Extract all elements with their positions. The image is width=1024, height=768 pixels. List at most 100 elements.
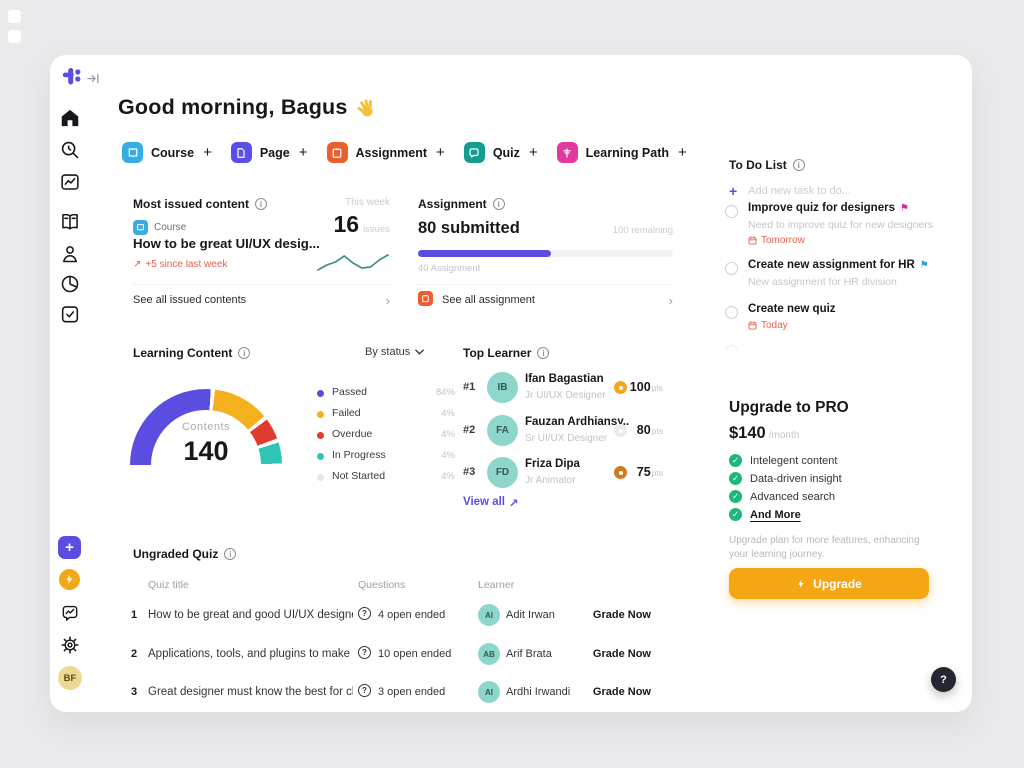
due-date: Tomorrow [748,235,805,246]
status-filter-dropdown[interactable]: By status [365,346,424,358]
info-icon: i [793,159,805,171]
legend-dot [317,432,324,439]
upgrade-price: $140 /month [729,424,799,443]
legend-item: In Progress 4% [315,448,455,469]
trend-up-icon: ↗ [133,259,141,270]
collapse-sidebar-icon[interactable] [86,71,101,86]
grade-now-button[interactable]: Grade Now [593,648,651,660]
upgrade-button[interactable]: Upgrade [729,568,929,599]
points: 80pts [637,423,663,437]
due-date: Today [748,320,788,331]
issues-count: 16 issues [333,211,390,238]
table-row: 1 How to be great and good UI/UX designe… [131,603,651,629]
legend-dot [317,390,324,397]
create-assignment-button[interactable]: Assignment + [327,142,445,163]
check-icon: ✓ [729,490,742,503]
plus-icon: + [529,144,538,161]
legend-dot [317,411,324,418]
assignment-card: Assignmenti 80 submitted 100 remaining 4… [418,195,673,311]
nav-tasks-icon[interactable] [59,303,81,325]
legend-item: Passed 84% [315,385,455,406]
grade-now-button[interactable]: Grade Now [593,609,651,621]
create-page-label: Page [260,146,290,160]
help-button[interactable]: ? [931,667,956,692]
avatar: FA [487,415,518,446]
learning-path-icon [557,142,578,163]
info-icon: i [255,198,267,210]
legend-item: Overdue 4% [315,427,455,448]
info-icon: i [537,347,549,359]
gauge-center-value: 140 [130,436,282,467]
top-learner-title: Top Learner [463,346,531,360]
upgrade-description: Upgrade plan for more features, enhancin… [729,534,941,561]
legend-item: Not Started 4% [315,469,455,490]
create-course-button[interactable]: Course + [122,142,212,163]
nav-search-icon[interactable] [59,139,81,161]
question-icon: ? [358,646,371,659]
content-type-badge: Course [154,222,186,233]
task-checkbox[interactable] [725,262,738,275]
nav-library-icon[interactable] [59,211,81,233]
top-learner-row: #2 FA Fauzan Ardhiansy... Sr UI/UX Desig… [463,414,663,450]
todo-title: To Do List [729,158,787,172]
create-course-label: Course [151,146,194,160]
nav-people-icon[interactable] [59,243,81,265]
todo-item-partial [725,345,738,351]
gold-medal-icon [614,381,627,394]
quick-create-row: Course + Page + Assignment + [122,142,687,163]
plus-icon: + [65,539,74,556]
legend-item: Failed 4% [315,406,455,427]
table-row: 2 Applications, tools, and plugins to ma… [131,642,651,668]
top-learner-row: #3 FD Friza Dipa Jr Animator 75pts [463,456,663,492]
ungraded-quiz-title: Ungraded Quiz [133,547,218,561]
plus-icon: + [678,144,687,161]
task-checkbox[interactable] [725,205,738,218]
create-page-button[interactable]: Page + [231,142,308,163]
and-more-link[interactable]: And More [750,509,801,521]
gauge-center-label: Contents [130,421,282,433]
view-all-link[interactable]: View all ↗ [463,496,519,510]
assignment-icon [418,291,433,306]
issues-sparkline [316,249,390,275]
nav-feedback-icon[interactable] [60,603,80,623]
user-avatar[interactable]: BF [58,666,82,690]
period-label: This week [345,197,390,208]
add-task-input[interactable]: + Add new task to do... [729,183,851,199]
see-all-issued-link[interactable]: See all issued contents › [133,284,390,311]
nav-reports-icon[interactable] [59,273,81,295]
decor-square [8,10,21,23]
feature-item: ✓ Data-driven insight [729,472,842,485]
gauge-legend: Passed 84% Failed 4% Overdue 4% In Progr… [315,385,455,490]
chevron-right-icon: › [669,293,673,308]
submitted-count: 80 submitted [418,219,520,238]
create-quiz-button[interactable]: Quiz + [464,142,538,163]
assignment-progress-fill [418,250,551,257]
points: 100pts [630,380,663,394]
assignment-icon [327,142,348,163]
nav-home-icon[interactable] [59,107,81,129]
todo-item: Improve quiz for designers⚑ Need to impr… [725,202,965,254]
task-checkbox[interactable] [725,306,738,319]
avatar: AI [478,681,500,703]
nav-settings-icon[interactable] [60,635,80,655]
upgrade-title: Upgrade to PRO [729,399,849,417]
grade-now-button[interactable]: Grade Now [593,686,651,698]
nav-analytics-icon[interactable] [59,171,81,193]
legend-dot [317,453,324,460]
avatar: AB [478,643,500,665]
column-quiz-title: Quiz title [148,579,189,591]
sidebar-boost-button[interactable] [59,569,80,590]
table-row: 3 Great designer must know the best for … [131,680,651,706]
top-learner-row: #1 IB Ifan Bagastian Jr UI/UX Designer 1… [463,371,663,407]
sidebar-add-button[interactable]: + [58,536,81,559]
decor-square [8,30,21,43]
flag-icon: ⚑ [900,203,909,214]
column-questions: Questions [358,579,405,591]
plus-icon: + [729,183,737,199]
see-all-assignment-link[interactable]: See all assignment › [418,284,673,311]
learning-content-title: Learning Content [133,346,232,360]
add-task-placeholder: Add new task to do... [748,185,851,197]
create-learning-path-button[interactable]: Learning Path + [557,142,687,163]
bronze-medal-icon [614,466,627,479]
assignment-progress-bar [418,250,673,257]
